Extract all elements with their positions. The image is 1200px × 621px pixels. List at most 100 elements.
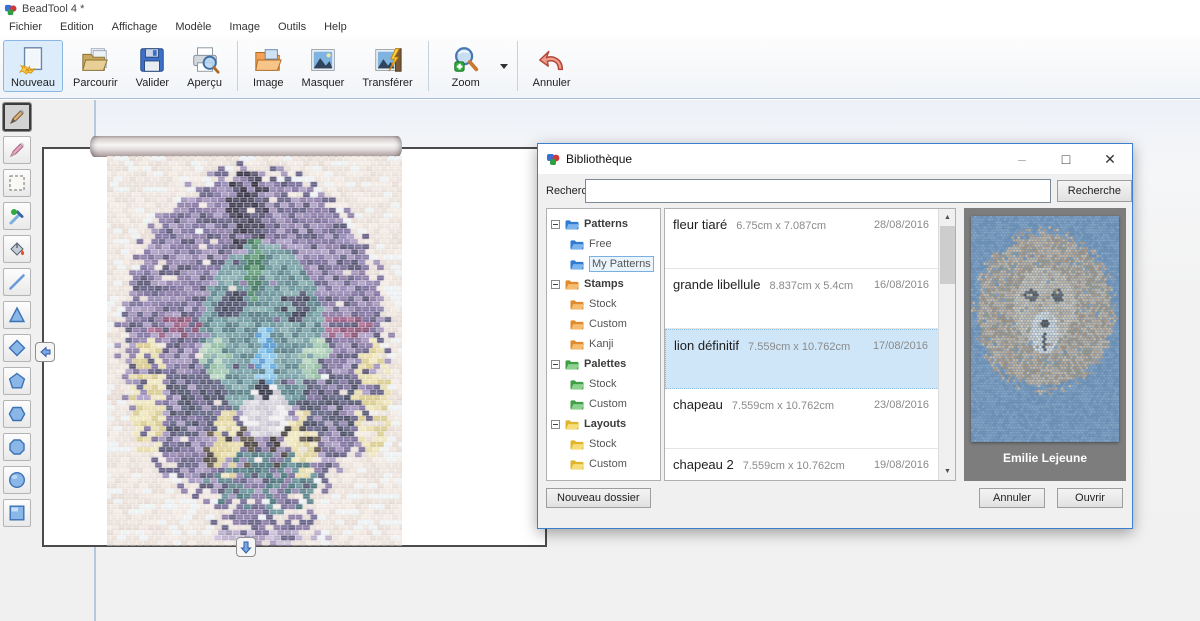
menu-bar: Fichier Edition Affichage Modèle Image O… xyxy=(0,18,1200,36)
octagon-tool-button[interactable] xyxy=(3,433,31,461)
ellipse-tool-button[interactable] xyxy=(3,466,31,494)
image-folder-icon xyxy=(253,45,283,75)
list-scrollbar[interactable]: ▲ ▼ xyxy=(938,209,955,480)
triangle-icon xyxy=(7,305,27,325)
tree-item-free[interactable]: Free xyxy=(547,234,660,254)
apercu-button[interactable]: Aperçu xyxy=(179,40,230,92)
pattern-row-lion-definitif[interactable]: lion définitif7.559cm x 10.762cm 17/08/2… xyxy=(665,329,955,389)
tree-item-stamps[interactable]: Stamps xyxy=(547,274,660,294)
octagon-icon xyxy=(7,437,27,457)
tree-item-stamps-kanji[interactable]: Kanji xyxy=(547,334,660,354)
beadtool-app-window: BeadTool 4 * Fichier Edition Affichage M… xyxy=(0,0,1200,621)
zoom-dropdown-arrow[interactable] xyxy=(497,46,511,86)
scroll-down-icon[interactable]: ▼ xyxy=(939,463,956,480)
tree-item-palettes-stock[interactable]: Stock xyxy=(547,374,660,394)
main-toolbar: Nouveau Parcourir Valider xyxy=(0,36,1200,99)
menu-modele[interactable]: Modèle xyxy=(166,19,220,35)
menu-fichier[interactable]: Fichier xyxy=(0,19,51,35)
collapse-icon[interactable] xyxy=(551,220,560,229)
menu-affichage[interactable]: Affichage xyxy=(103,19,167,35)
scroll-up-icon[interactable]: ▲ xyxy=(939,209,956,226)
loom-roller-bar[interactable] xyxy=(90,136,402,157)
tree-item-palettes-custom[interactable]: Custom xyxy=(547,394,660,414)
beadtool-logo-icon xyxy=(546,152,560,166)
nouveau-button[interactable]: Nouveau xyxy=(3,40,63,92)
hexagon-tool-button[interactable] xyxy=(3,400,31,428)
open-folder-icon xyxy=(80,45,110,75)
tree-item-stamps-custom[interactable]: Custom xyxy=(547,314,660,334)
library-tree: Patterns Free My Patterns Stamps Stock xyxy=(546,208,661,481)
tree-item-patterns[interactable]: Patterns xyxy=(547,214,660,234)
menu-edition[interactable]: Edition xyxy=(51,19,103,35)
search-row: Recherc Recherche xyxy=(538,174,1132,208)
tree-item-layouts[interactable]: Layouts xyxy=(547,414,660,434)
folder-icon xyxy=(569,298,585,311)
collapse-icon[interactable] xyxy=(551,420,560,429)
close-button[interactable]: ✕ xyxy=(1088,144,1132,174)
collapse-icon[interactable] xyxy=(551,360,560,369)
line-tool-button[interactable] xyxy=(3,268,31,296)
folder-icon xyxy=(569,398,585,411)
marquee-select-tool-button[interactable] xyxy=(3,169,31,197)
rectangle-tool-button[interactable] xyxy=(3,499,31,527)
pattern-row-fleur-tiare[interactable]: fleur tiaré6.75cm x 7.087cm 28/08/2016 xyxy=(665,209,955,269)
eraser-tool-button[interactable] xyxy=(3,136,31,164)
transfer-photo-icon xyxy=(373,45,403,75)
folder-icon xyxy=(569,458,585,471)
maximize-button[interactable]: □ xyxy=(1044,144,1088,174)
annuler-button[interactable]: Annuler xyxy=(525,40,579,92)
chevron-down-icon xyxy=(500,64,508,69)
valider-button[interactable]: Valider xyxy=(128,40,177,92)
transferer-button[interactable]: Transférer xyxy=(354,40,420,92)
expand-down-button[interactable] xyxy=(236,537,256,557)
zoom-magnifier-icon xyxy=(451,45,481,75)
pentagon-icon xyxy=(7,371,27,391)
pattern-preview-image xyxy=(971,216,1119,442)
library-dialog: Bibliothèque – □ ✕ Recherc Recherche Pat… xyxy=(537,143,1133,529)
eyedropper-icon xyxy=(7,206,27,226)
search-label: Recherc xyxy=(538,185,585,197)
fill-bucket-tool-button[interactable] xyxy=(3,235,31,263)
arrow-left-icon xyxy=(38,345,52,359)
bead-pattern-canvas[interactable] xyxy=(107,156,402,546)
menu-help[interactable]: Help xyxy=(315,19,356,35)
dialog-title-bar[interactable]: Bibliothèque – □ ✕ xyxy=(538,144,1132,174)
search-button[interactable]: Recherche xyxy=(1057,180,1132,202)
cancel-button[interactable]: Annuler xyxy=(979,488,1045,508)
pencil-tool-button[interactable] xyxy=(3,103,31,131)
pentagon-tool-button[interactable] xyxy=(3,367,31,395)
folder-icon xyxy=(564,358,580,371)
tree-item-stamps-stock[interactable]: Stock xyxy=(547,294,660,314)
menu-outils[interactable]: Outils xyxy=(269,19,315,35)
folder-icon xyxy=(569,378,585,391)
tree-item-layouts-stock[interactable]: Stock xyxy=(547,434,660,454)
parcourir-button[interactable]: Parcourir xyxy=(65,40,126,92)
zoom-button[interactable]: Zoom xyxy=(436,40,496,92)
search-input[interactable] xyxy=(585,179,1051,203)
scrollbar-thumb[interactable] xyxy=(940,226,955,284)
line-icon xyxy=(7,272,27,292)
minimize-button[interactable]: – xyxy=(1000,144,1044,174)
tree-item-my-patterns[interactable]: My Patterns xyxy=(547,254,660,274)
pattern-row-chapeau[interactable]: chapeau7.559cm x 10.762cm 23/08/2016 xyxy=(665,389,955,449)
arrow-down-icon xyxy=(239,540,253,554)
diamond-tool-button[interactable] xyxy=(3,334,31,362)
eyedropper-tool-button[interactable] xyxy=(3,202,31,230)
triangle-tool-button[interactable] xyxy=(3,301,31,329)
print-preview-icon xyxy=(190,45,220,75)
open-button[interactable]: Ouvrir xyxy=(1057,488,1123,508)
title-bar: BeadTool 4 * xyxy=(0,0,1200,18)
masquer-button[interactable]: Masquer xyxy=(294,40,353,92)
pattern-row-chapeau-2[interactable]: chapeau 27.559cm x 10.762cm 19/08/2016 xyxy=(665,449,955,481)
circle-icon xyxy=(7,470,27,490)
new-folder-button[interactable]: Nouveau dossier xyxy=(546,488,651,508)
paint-bucket-icon xyxy=(7,239,27,259)
image-button[interactable]: Image xyxy=(245,40,292,92)
menu-image[interactable]: Image xyxy=(220,19,269,35)
tree-item-layouts-custom[interactable]: Custom xyxy=(547,454,660,474)
collapse-icon[interactable] xyxy=(551,280,560,289)
tree-item-palettes[interactable]: Palettes xyxy=(547,354,660,374)
toolbar-separator xyxy=(428,41,429,91)
pattern-row-grande-libellule[interactable]: grande libellule8.837cm x 5.4cm 16/08/20… xyxy=(665,269,955,329)
expand-left-button[interactable] xyxy=(35,342,55,362)
